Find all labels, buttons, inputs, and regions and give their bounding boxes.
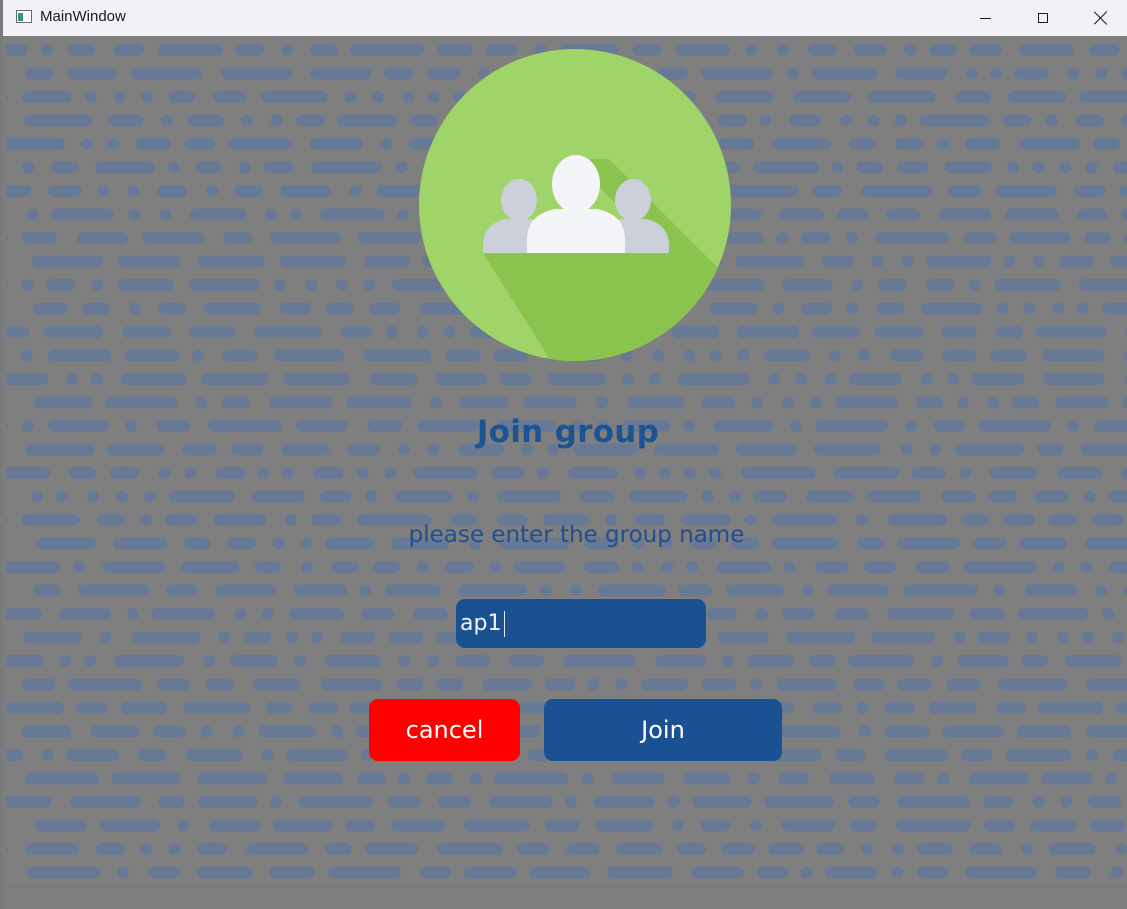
minimize-icon [979,17,991,19]
maximize-icon [1038,13,1048,23]
window-title: MainWindow [40,8,126,25]
group-name-value: ap1 [460,611,502,636]
app-icon [16,10,32,23]
window-bottom-edge [6,884,1127,909]
main-window: MainWindow Join group please enter the g… [0,0,1127,909]
group-users-icon [419,49,731,361]
join-button[interactable]: Join [544,699,782,761]
maximize-button[interactable] [1014,0,1072,36]
title-bar[interactable]: MainWindow [3,0,1127,36]
page-title: Join group [476,414,660,450]
group-name-prompt: please enter the group name [408,522,745,548]
text-caret [504,610,506,637]
dialog-content: Join group please enter the group name a… [6,36,1127,884]
group-name-input[interactable]: ap1 [456,599,706,648]
close-button[interactable] [1072,0,1127,36]
close-icon [1094,11,1108,25]
cancel-button[interactable]: cancel [369,699,520,761]
minimize-button[interactable] [956,0,1014,36]
